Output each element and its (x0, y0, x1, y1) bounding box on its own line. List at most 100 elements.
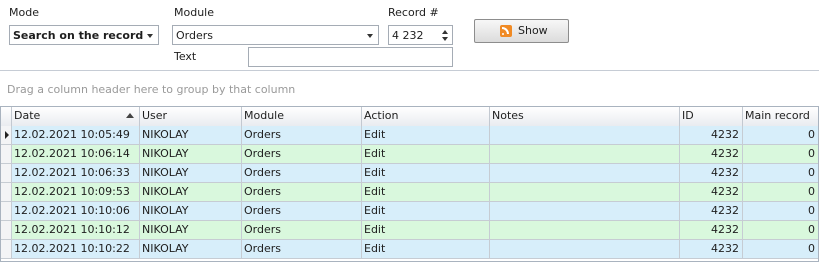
cell-notes[interactable] (490, 202, 680, 220)
cell-date[interactable]: 12.02.2021 10:09:53 (12, 183, 140, 201)
cell-module[interactable]: Orders (242, 145, 362, 163)
cell-notes[interactable] (490, 240, 680, 258)
cell-date[interactable]: 12.02.2021 10:06:33 (12, 164, 140, 182)
group-by-panel[interactable]: Drag a column header here to group by th… (0, 70, 819, 107)
cell-main[interactable]: 0 (743, 221, 818, 239)
table-row[interactable]: 12.02.2021 10:10:22 NIKOLAY Orders Edit 4232… (1, 240, 818, 259)
cell-date[interactable]: 12.02.2021 10:06:14 (12, 145, 140, 163)
cell-user[interactable]: NIKOLAY (140, 164, 242, 182)
record-number-value: 4 232 (392, 29, 424, 42)
cell-action[interactable]: Edit (362, 164, 490, 182)
cell-user[interactable]: NIKOLAY (140, 145, 242, 163)
table-row[interactable]: 12.02.2021 10:10:12 NIKOLAY Orders Edit 4232… (1, 221, 818, 240)
column-header-label: Main record (745, 109, 810, 122)
cell-module[interactable]: Orders (242, 221, 362, 239)
cell-action[interactable]: Edit (362, 183, 490, 201)
record-label: Record # (388, 6, 439, 19)
column-header-label: Date (14, 109, 41, 122)
cell-date[interactable]: 12.02.2021 10:10:12 (12, 221, 140, 239)
cell-user[interactable]: NIKOLAY (140, 221, 242, 239)
audit-grid: Date User Module Action Notes ID Main re… (0, 106, 819, 262)
column-header-label: ID (682, 109, 694, 122)
cell-notes[interactable] (490, 164, 680, 182)
current-row-icon (5, 131, 9, 139)
cell-action[interactable]: Edit (362, 126, 490, 144)
column-header-user[interactable]: User (140, 107, 242, 126)
cell-action[interactable]: Edit (362, 202, 490, 220)
cell-user[interactable]: NIKOLAY (140, 240, 242, 258)
cell-module[interactable]: Orders (242, 164, 362, 182)
column-header-label: Module (244, 109, 284, 122)
cell-main[interactable]: 0 (743, 126, 818, 144)
cell-main[interactable]: 0 (743, 164, 818, 182)
cell-main[interactable]: 0 (743, 145, 818, 163)
row-indicator[interactable] (1, 240, 12, 258)
cell-id[interactable]: 4232 (680, 202, 743, 220)
cell-module[interactable]: Orders (242, 202, 362, 220)
cell-action[interactable]: Edit (362, 221, 490, 239)
table-row[interactable]: 12.02.2021 10:05:49 NIKOLAY Orders Edit 4232… (1, 126, 818, 145)
cell-date[interactable]: 12.02.2021 10:05:49 (12, 126, 140, 144)
table-row[interactable]: 12.02.2021 10:10:06 NIKOLAY Orders Edit 4232… (1, 202, 818, 221)
rss-icon (500, 25, 512, 37)
spin-down-icon[interactable] (442, 37, 448, 41)
cell-module[interactable]: Orders (242, 183, 362, 201)
cell-action[interactable]: Edit (362, 240, 490, 258)
cell-module[interactable]: Orders (242, 126, 362, 144)
cell-notes[interactable] (490, 145, 680, 163)
mode-value: Search on the record (13, 29, 144, 42)
show-button-label: Show (518, 24, 548, 37)
cell-user[interactable]: NIKOLAY (140, 126, 242, 144)
cell-main[interactable]: 0 (743, 240, 818, 258)
cell-notes[interactable] (490, 126, 680, 144)
header-indicator (1, 107, 12, 126)
column-header-label: Action (364, 109, 399, 122)
cell-notes[interactable] (490, 221, 680, 239)
column-header-module[interactable]: Module (242, 107, 362, 126)
cell-id[interactable]: 4232 (680, 183, 743, 201)
cell-id[interactable]: 4232 (680, 221, 743, 239)
column-header-notes[interactable]: Notes (490, 107, 680, 126)
column-header-main-record[interactable]: Main record (743, 107, 818, 126)
mode-dropdown[interactable]: Search on the record (9, 25, 159, 45)
cell-main[interactable]: 0 (743, 183, 818, 201)
column-header-label: Notes (492, 109, 524, 122)
column-header-label: User (142, 109, 168, 122)
chevron-down-icon[interactable] (367, 34, 373, 38)
row-indicator[interactable] (1, 164, 12, 182)
grid-header: Date User Module Action Notes ID Main re… (1, 107, 818, 127)
show-button[interactable]: Show (474, 19, 569, 43)
sort-ascending-icon (126, 113, 134, 118)
chevron-down-icon[interactable] (147, 34, 153, 38)
column-header-action[interactable]: Action (362, 107, 490, 126)
cell-id[interactable]: 4232 (680, 240, 743, 258)
mode-label: Mode (9, 6, 39, 19)
cell-date[interactable]: 12.02.2021 10:10:06 (12, 202, 140, 220)
spin-up-icon[interactable] (442, 30, 448, 34)
table-row[interactable]: 12.02.2021 10:09:53 NIKOLAY Orders Edit 4232… (1, 183, 818, 202)
cell-date[interactable]: 12.02.2021 10:10:22 (12, 240, 140, 258)
row-indicator[interactable] (1, 202, 12, 220)
row-indicator[interactable] (1, 145, 12, 163)
cell-user[interactable]: NIKOLAY (140, 183, 242, 201)
table-row[interactable]: 12.02.2021 10:06:14 NIKOLAY Orders Edit 4232… (1, 145, 818, 164)
record-number-spinner[interactable]: 4 232 (388, 25, 453, 45)
group-by-hint: Drag a column header here to group by th… (7, 83, 296, 96)
module-dropdown[interactable]: Orders (172, 25, 379, 45)
cell-id[interactable]: 4232 (680, 164, 743, 182)
row-indicator[interactable] (1, 126, 12, 144)
cell-module[interactable]: Orders (242, 240, 362, 258)
cell-action[interactable]: Edit (362, 145, 490, 163)
row-indicator[interactable] (1, 183, 12, 201)
row-indicator[interactable] (1, 221, 12, 239)
column-header-date[interactable]: Date (12, 107, 140, 126)
text-input[interactable] (248, 47, 453, 67)
cell-id[interactable]: 4232 (680, 126, 743, 144)
cell-id[interactable]: 4232 (680, 145, 743, 163)
table-row[interactable]: 12.02.2021 10:06:33 NIKOLAY Orders Edit 4232… (1, 164, 818, 183)
text-label: Text (174, 50, 197, 63)
column-header-id[interactable]: ID (680, 107, 743, 126)
cell-main[interactable]: 0 (743, 202, 818, 220)
cell-user[interactable]: NIKOLAY (140, 202, 242, 220)
cell-notes[interactable] (490, 183, 680, 201)
